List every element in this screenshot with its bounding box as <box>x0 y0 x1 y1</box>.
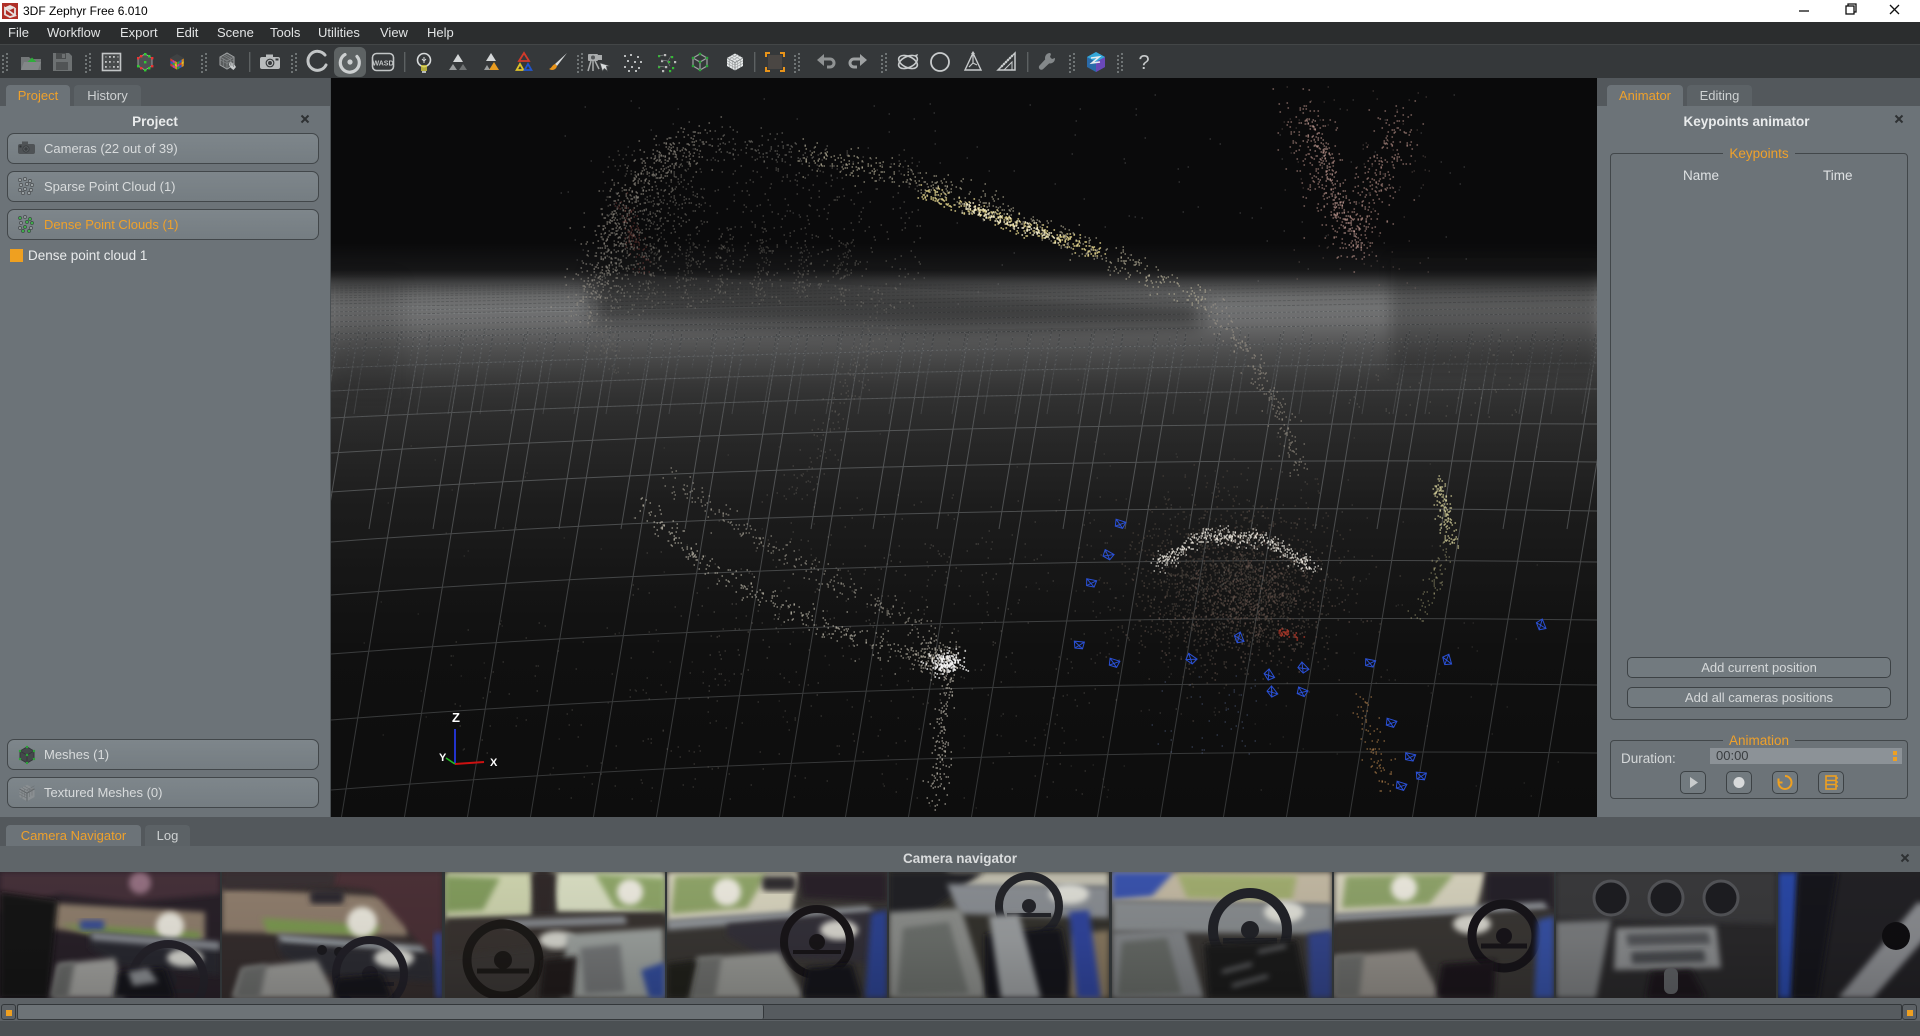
svg-text:X: X <box>490 757 498 769</box>
svg-text:?: ? <box>1138 52 1149 74</box>
svg-text:WASD: WASD <box>373 61 394 68</box>
svg-text:Y: Y <box>439 752 447 764</box>
svg-text:Z: Z <box>452 710 460 725</box>
